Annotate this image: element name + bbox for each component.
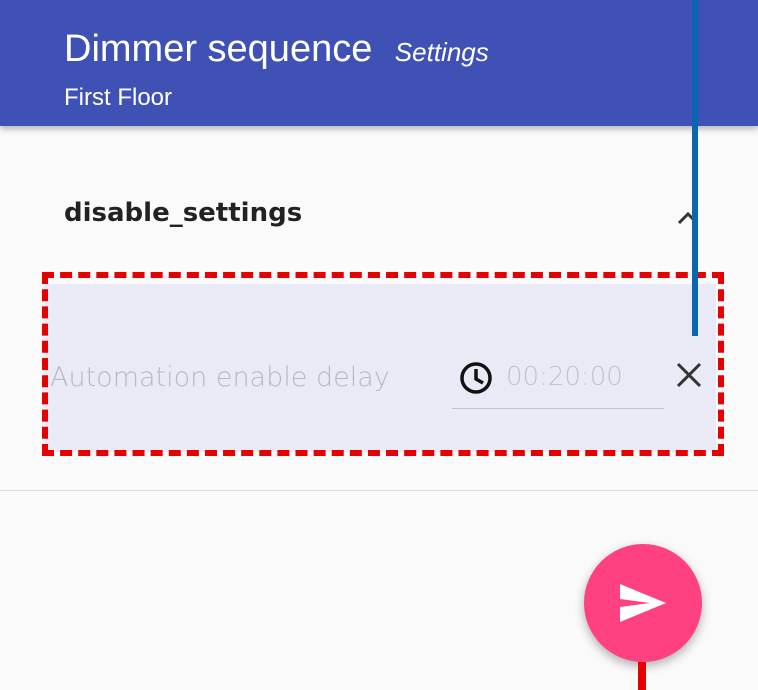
send-button[interactable] — [584, 544, 702, 662]
app-bar: Dimmer sequence Settings First Floor — [0, 0, 758, 126]
annotation-marker-line — [638, 662, 646, 690]
page-subtitle: First Floor — [64, 84, 172, 111]
section-title[interactable]: disable_settings — [64, 198, 302, 228]
annotation-pointer-line — [692, 0, 698, 336]
divider — [0, 490, 758, 491]
page-title: Dimmer sequence — [64, 28, 373, 70]
title-row: Dimmer sequence Settings — [64, 28, 489, 71]
highlight-annotation-box — [42, 272, 724, 456]
send-icon — [620, 584, 666, 622]
page-section-tag: Settings — [394, 37, 489, 67]
